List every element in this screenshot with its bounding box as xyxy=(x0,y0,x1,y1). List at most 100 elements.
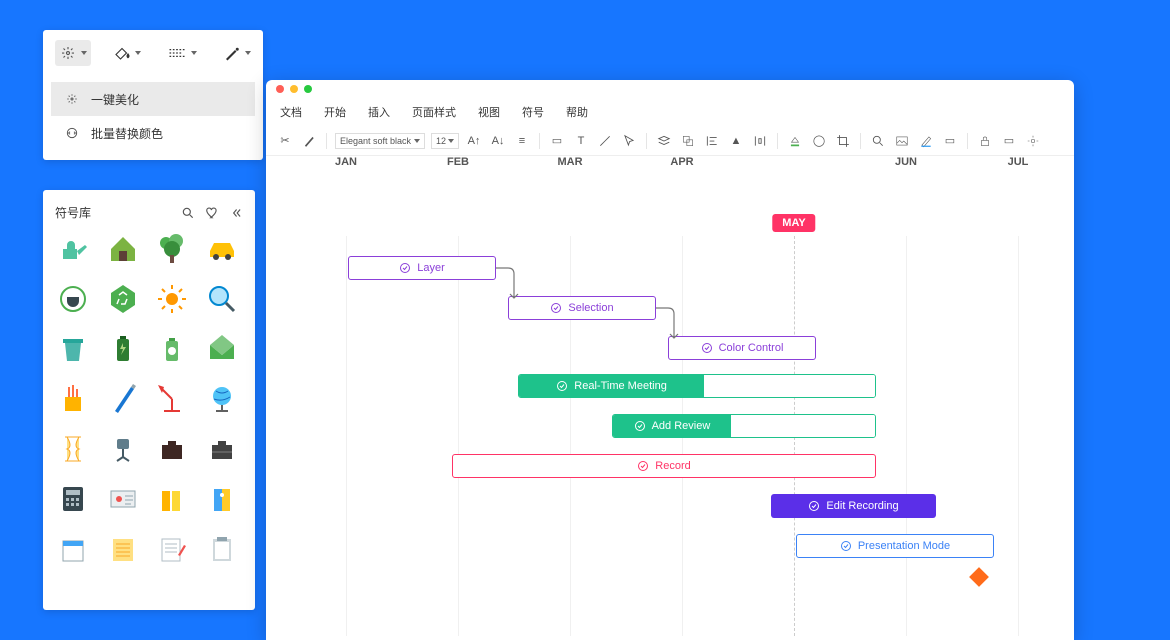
symbol-clipboard[interactable] xyxy=(204,531,240,567)
text-icon[interactable]: T xyxy=(572,132,590,150)
search-icon[interactable] xyxy=(869,132,887,150)
symbol-grid xyxy=(55,231,243,567)
symbol-battery-alt[interactable] xyxy=(154,331,190,367)
swap-icon xyxy=(64,125,80,141)
task-edit-recording[interactable]: Edit Recording xyxy=(771,494,936,518)
brush-tool[interactable] xyxy=(219,40,255,66)
rectangle-icon[interactable]: ▭ xyxy=(548,132,566,150)
symbol-envelope-leaf[interactable] xyxy=(204,331,240,367)
shape-icon[interactable]: ◯ xyxy=(810,132,828,150)
line-style-icon xyxy=(167,44,187,62)
task-color-control[interactable]: Color Control xyxy=(668,336,816,360)
symbol-desk-lamp[interactable] xyxy=(154,381,190,417)
symbol-tree[interactable] xyxy=(154,231,190,267)
symbol-recycle-badge[interactable] xyxy=(105,281,141,317)
align-icon[interactable]: ≡ xyxy=(513,132,531,150)
symbol-calendar[interactable] xyxy=(55,531,91,567)
connector-icon[interactable] xyxy=(596,132,614,150)
symbol-globe[interactable] xyxy=(204,381,240,417)
symbol-recycle-bin[interactable] xyxy=(55,331,91,367)
menu-help[interactable]: 帮助 xyxy=(566,104,588,120)
symbol-plug[interactable] xyxy=(55,281,91,317)
symbol-office-chair[interactable] xyxy=(105,431,141,467)
menu-one-click-beautify[interactable]: 一键美化 xyxy=(51,82,255,116)
fill-color-icon[interactable] xyxy=(786,132,804,150)
search-icon[interactable] xyxy=(181,206,195,220)
task-selection[interactable]: Selection xyxy=(508,296,656,320)
close-dot[interactable] xyxy=(276,85,284,93)
task-realtime-meeting[interactable]: Real-Time Meeting xyxy=(518,374,876,398)
font-select[interactable]: Elegant soft black xyxy=(335,133,425,149)
month-mar: MAR xyxy=(557,156,582,168)
flip-icon[interactable]: ▲ xyxy=(727,132,745,150)
collapse-icon[interactable] xyxy=(229,206,243,220)
menu-page-style[interactable]: 页面样式 xyxy=(412,104,456,120)
menu-document[interactable]: 文档 xyxy=(280,104,302,120)
font-increase-icon[interactable]: A↑ xyxy=(465,132,483,150)
symbol-pencil-cup[interactable] xyxy=(55,381,91,417)
fill-tool[interactable] xyxy=(109,40,145,66)
canvas[interactable]: JAN FEB MAR APR MAY JUN JUL Layer Select… xyxy=(266,156,1074,636)
symbol-house[interactable] xyxy=(105,231,141,267)
group-icon[interactable] xyxy=(679,132,697,150)
symbol-sun[interactable] xyxy=(154,281,190,317)
symbol-magnifier[interactable] xyxy=(204,281,240,317)
border-icon[interactable]: ▭ xyxy=(941,132,959,150)
symbol-calculator[interactable] xyxy=(55,481,91,517)
task-layer[interactable]: Layer xyxy=(348,256,496,280)
page-icon[interactable]: ▭ xyxy=(1000,132,1018,150)
maximize-dot[interactable] xyxy=(304,85,312,93)
check-icon xyxy=(556,380,568,392)
paint-bucket-icon xyxy=(113,44,131,62)
cut-icon[interactable]: ✂ xyxy=(276,132,294,150)
task-presentation-mode[interactable]: Presentation Mode xyxy=(796,534,994,558)
pen-color-icon[interactable] xyxy=(917,132,935,150)
symbol-library-panel: 符号库 xyxy=(43,190,255,610)
font-size-select[interactable]: 12 xyxy=(431,133,459,149)
crop-icon[interactable] xyxy=(834,132,852,150)
beautify-dropdown: 一键美化 批量替换颜色 xyxy=(51,78,255,154)
symbol-panel-title: 符号库 xyxy=(55,204,91,221)
milestone-diamond[interactable] xyxy=(969,567,989,587)
symbol-notepad[interactable] xyxy=(154,531,190,567)
image-icon[interactable] xyxy=(893,132,911,150)
toolbar-icon-row xyxy=(51,36,255,76)
symbol-folders[interactable] xyxy=(154,481,190,517)
symbol-briefcase[interactable] xyxy=(154,431,190,467)
brush-icon xyxy=(223,44,241,62)
settings-icon[interactable] xyxy=(1024,132,1042,150)
menu-view[interactable]: 视图 xyxy=(478,104,500,120)
check-icon xyxy=(634,420,646,432)
menu-start[interactable]: 开始 xyxy=(324,104,346,120)
heart-icon[interactable] xyxy=(205,206,219,220)
symbol-id-card[interactable] xyxy=(105,481,141,517)
symbol-hourglass[interactable] xyxy=(55,431,91,467)
lock-icon[interactable] xyxy=(976,132,994,150)
month-may: MAY xyxy=(772,214,815,232)
menu-symbol[interactable]: 符号 xyxy=(522,104,544,120)
minimize-dot[interactable] xyxy=(290,85,298,93)
menu-label: 一键美化 xyxy=(91,91,139,108)
distribute-icon[interactable] xyxy=(751,132,769,150)
sparkle-tool[interactable] xyxy=(55,40,91,66)
font-decrease-icon[interactable]: A↓ xyxy=(489,132,507,150)
symbol-panel-header: 符号库 xyxy=(55,204,243,221)
menu-insert[interactable]: 插入 xyxy=(368,104,390,120)
pointer-icon[interactable] xyxy=(620,132,638,150)
symbol-briefcase-alt[interactable] xyxy=(204,431,240,467)
symbol-pen[interactable] xyxy=(105,381,141,417)
menu-batch-replace-color[interactable]: 批量替换颜色 xyxy=(51,116,255,150)
align-left-icon[interactable] xyxy=(703,132,721,150)
check-icon xyxy=(808,500,820,512)
symbol-battery[interactable] xyxy=(105,331,141,367)
task-record[interactable]: Record xyxy=(452,454,876,478)
symbol-watering-can[interactable] xyxy=(55,231,91,267)
symbol-car[interactable] xyxy=(204,231,240,267)
symbol-binder[interactable] xyxy=(204,481,240,517)
layers-icon[interactable] xyxy=(655,132,673,150)
symbol-notebook[interactable] xyxy=(105,531,141,567)
check-icon xyxy=(701,342,713,354)
task-add-review[interactable]: Add Review xyxy=(612,414,876,438)
format-painter-icon[interactable] xyxy=(300,132,318,150)
line-style-tool[interactable] xyxy=(163,40,201,66)
